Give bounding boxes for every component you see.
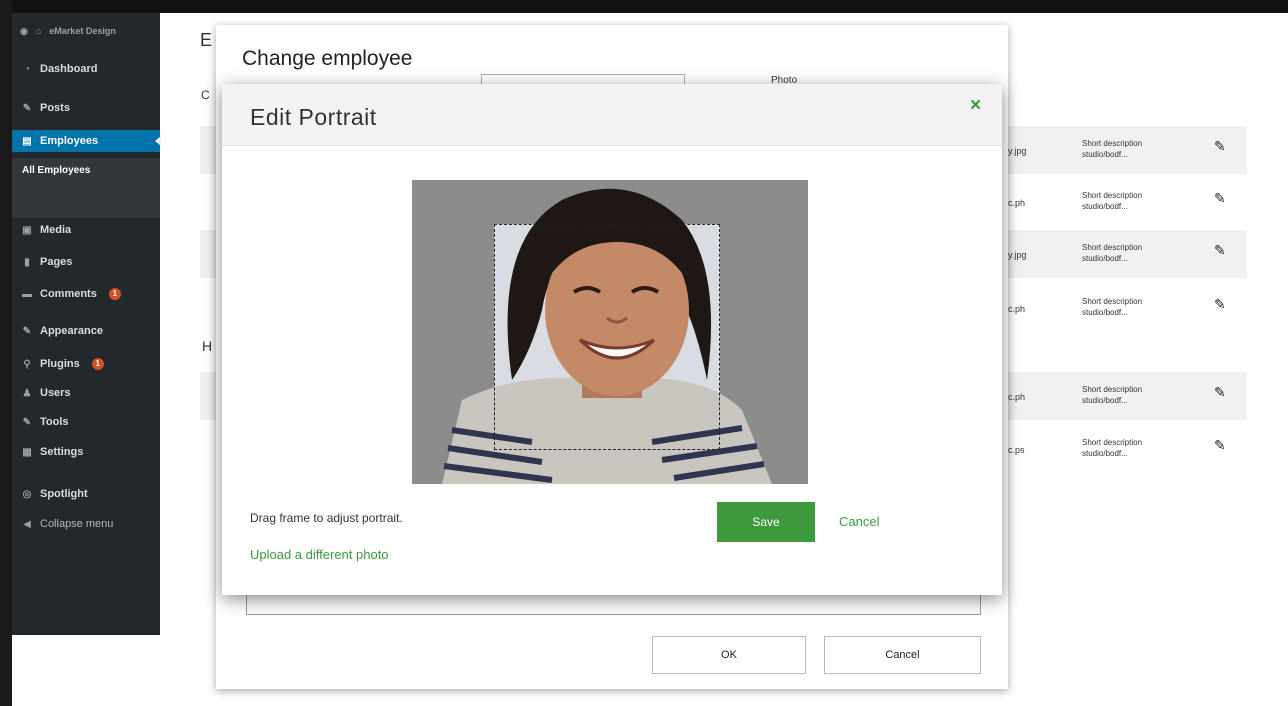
sidebar-item-media[interactable]: ▣ Media — [12, 219, 160, 241]
pin-icon: ✎ — [22, 102, 32, 114]
sidebar-item-users[interactable]: ♟ Users — [12, 382, 160, 404]
cancel-link[interactable]: Cancel — [839, 514, 879, 529]
sidebar-item-dashboard[interactable]: ◔ Dashboard — [12, 58, 160, 80]
plugins-count-badge: 1 — [91, 358, 104, 370]
upload-different-photo-link[interactable]: Upload a different photo — [250, 547, 389, 562]
users-icon: ♟ — [22, 387, 32, 399]
edit-pencil-icon[interactable]: ✎ — [1214, 296, 1226, 313]
active-indicator — [155, 136, 161, 146]
home-icon[interactable]: ⌂ — [36, 26, 41, 36]
media-icon: ▣ — [22, 224, 32, 236]
row-description: Short description studio/bodf... — [1082, 243, 1143, 263]
sidebar-item-appearance[interactable]: ✎ Appearance — [12, 320, 160, 342]
portrait-crop-area[interactable] — [412, 180, 808, 484]
plugins-icon: ⚲ — [23, 358, 31, 370]
tools-icon: ✎ — [22, 416, 32, 428]
sidebar-item-settings[interactable]: ▦ Settings — [12, 441, 160, 463]
comments-count-badge: 1 — [108, 288, 121, 300]
section-heading-fragment: H — [202, 338, 213, 354]
edit-pencil-icon[interactable]: ✎ — [1214, 384, 1226, 401]
close-icon[interactable]: × — [970, 95, 981, 117]
comments-icon: ▬ — [22, 288, 32, 300]
sidebar-item-label: Spotlight — [40, 488, 88, 500]
settings-icon: ▦ — [22, 446, 32, 458]
admin-bar-top: ◉ ⌂ eMarket Design — [20, 21, 156, 41]
cancel-button[interactable]: Cancel — [824, 636, 981, 674]
sidebar-item-label: Comments — [40, 288, 97, 300]
edit-pencil-icon[interactable]: ✎ — [1214, 437, 1226, 454]
sidebar-item-label: Posts — [40, 102, 70, 114]
sidebar-item-label: Plugins — [40, 358, 80, 370]
sidebar-item-label: Users — [40, 387, 71, 399]
section-heading-fragment: C — [201, 88, 210, 102]
sidebar-item-tools[interactable]: ✎ Tools — [12, 411, 160, 433]
save-button[interactable]: Save — [717, 502, 815, 542]
wordpress-logo-icon[interactable]: ◉ — [20, 26, 28, 37]
sidebar-item-label: Appearance — [40, 325, 103, 337]
spotlight-icon: ◎ — [22, 488, 32, 500]
dashboard-icon: ◔ — [23, 63, 31, 75]
row-description: Short description studio/bodf... — [1082, 385, 1143, 405]
row-description: Short description studio/bodf... — [1082, 297, 1143, 317]
row-description: Short description studio/bodf... — [1082, 438, 1143, 458]
pages-icon: ▮ — [24, 256, 30, 268]
page-heading-fragment: E — [200, 30, 213, 50]
sidebar-item-label: Settings — [40, 446, 84, 458]
collapse-icon: ◀ — [23, 518, 31, 530]
row-description: Short description studio/bodf... — [1082, 191, 1143, 211]
left-edge-bar — [0, 0, 12, 706]
submenu-all-employees[interactable]: All Employees — [22, 165, 90, 176]
sidebar-item-employees[interactable]: ▤ Employees — [12, 130, 161, 152]
edit-pencil-icon[interactable]: ✎ — [1214, 190, 1226, 207]
site-name[interactable]: eMarket Design — [49, 26, 116, 36]
employees-icon: ▤ — [22, 135, 32, 147]
sidebar-collapse-menu[interactable]: ◀ Collapse menu — [12, 513, 160, 535]
employees-submenu: All Employees — [12, 158, 160, 218]
sidebar-item-label: Tools — [40, 416, 69, 428]
sidebar-item-comments[interactable]: ▬ Comments 1 — [12, 283, 160, 305]
admin-sidebar: ◉ ⌂ eMarket Design ◔ Dashboard ✎ Posts ▤… — [12, 13, 161, 635]
dialog-title: Change employee — [242, 47, 413, 70]
description-field[interactable] — [246, 595, 981, 615]
sidebar-item-pages[interactable]: ▮ Pages — [12, 251, 160, 273]
sidebar-item-label: Employees — [40, 135, 99, 147]
sidebar-item-label: Collapse menu — [40, 518, 114, 530]
sidebar-item-label: Dashboard — [40, 63, 98, 75]
dialog-title: Edit Portrait — [250, 104, 377, 130]
top-black-bar — [0, 0, 1288, 13]
drag-hint-text: Drag frame to adjust portrait. — [250, 511, 403, 525]
sidebar-item-label: Pages — [40, 256, 73, 268]
appearance-icon: ✎ — [22, 325, 32, 337]
sidebar-item-label: Media — [40, 224, 72, 236]
dialog-header: Edit Portrait × — [222, 84, 1002, 146]
sidebar-item-plugins[interactable]: ⚲ Plugins 1 — [12, 353, 160, 375]
edit-pencil-icon[interactable]: ✎ — [1214, 138, 1226, 155]
crop-frame[interactable] — [494, 224, 720, 450]
row-description: Short description studio/bodf... — [1082, 139, 1143, 159]
ok-button[interactable]: OK — [652, 636, 806, 674]
sidebar-item-spotlight[interactable]: ◎ Spotlight — [12, 483, 160, 505]
edit-portrait-dialog: Edit Portrait × Drag frame to adjust por… — [222, 84, 1002, 595]
name-field[interactable] — [481, 74, 685, 84]
edit-pencil-icon[interactable]: ✎ — [1214, 242, 1226, 259]
sidebar-item-posts[interactable]: ✎ Posts — [12, 97, 160, 119]
